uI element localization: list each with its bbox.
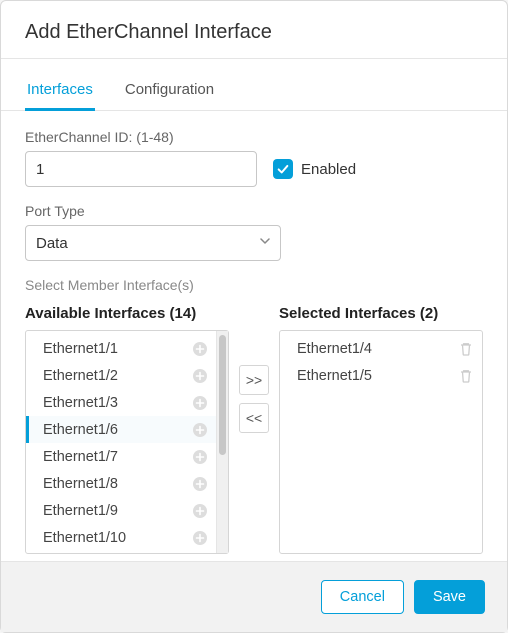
interface-label: Ethernet1/9 [43, 503, 118, 519]
add-icon[interactable] [192, 395, 208, 411]
member-interfaces-section: Select Member Interface(s) Available Int… [25, 277, 483, 554]
add-icon[interactable] [192, 368, 208, 384]
interface-label: Ethernet1/1 [43, 341, 118, 357]
list-item[interactable]: Ethernet1/9 [26, 497, 216, 524]
check-icon [276, 162, 290, 176]
port-type-row: Data [25, 225, 483, 261]
available-header: Available Interfaces (14) [25, 305, 229, 322]
list-item[interactable]: Ethernet1/8 [26, 470, 216, 497]
enabled-label: Enabled [301, 161, 356, 178]
dialog-footer: Cancel Save [1, 561, 507, 632]
list-item[interactable]: Ethernet1/1 [26, 335, 216, 362]
list-item[interactable]: Ethernet1/6 [26, 416, 216, 443]
cancel-button[interactable]: Cancel [321, 580, 404, 614]
list-item[interactable]: Ethernet1/3 [26, 389, 216, 416]
trash-icon[interactable] [458, 368, 474, 384]
tab-bar: Interfaces Configuration [1, 69, 507, 111]
port-type-select[interactable]: Data [25, 225, 281, 261]
dialog-header: Add EtherChannel Interface [1, 1, 507, 59]
trash-icon[interactable] [458, 341, 474, 357]
available-list[interactable]: Ethernet1/1 Ethernet1/2 Ethernet1/3 Etherne… [26, 331, 216, 553]
etherchannel-id-input[interactable] [25, 151, 257, 187]
etherchannel-id-row: Enabled [25, 151, 483, 187]
interface-label: Ethernet1/5 [297, 368, 372, 384]
scrollbar-thumb[interactable] [219, 335, 226, 455]
move-left-button[interactable]: << [239, 403, 269, 433]
add-icon[interactable] [192, 530, 208, 546]
list-item[interactable]: Ethernet1/7 [26, 443, 216, 470]
port-type-value: Data [36, 235, 68, 252]
port-type-select-wrap: Data [25, 225, 281, 261]
add-icon[interactable] [192, 341, 208, 357]
enabled-checkbox-wrap: Enabled [273, 159, 356, 179]
move-right-button[interactable]: >> [239, 365, 269, 395]
interface-label: Ethernet1/6 [43, 422, 118, 438]
add-etherchannel-dialog: Add EtherChannel Interface Interfaces Co… [0, 0, 508, 633]
interface-label: Ethernet1/2 [43, 368, 118, 384]
list-item[interactable]: Ethernet1/10 [26, 524, 216, 551]
port-type-label: Port Type [25, 203, 483, 219]
selected-column: Selected Interfaces (2) Ethernet1/4Ether… [279, 305, 483, 554]
available-column: Available Interfaces (14) Ethernet1/1Eth… [25, 305, 229, 554]
add-icon[interactable] [192, 503, 208, 519]
dialog-content: EtherChannel ID: (1-48) Enabled Port Typ… [1, 111, 507, 561]
interface-label: Ethernet1/7 [43, 449, 118, 465]
add-icon[interactable] [192, 476, 208, 492]
list-item[interactable]: Ethernet1/4 [280, 335, 482, 362]
available-list-box: Ethernet1/1 Ethernet1/2 Ethernet1/3 Etherne… [25, 330, 229, 554]
list-item[interactable]: Ethernet1/2 [26, 362, 216, 389]
enabled-checkbox[interactable] [273, 159, 293, 179]
selected-list-box: Ethernet1/4 Ethernet1/5 [279, 330, 483, 554]
selected-list[interactable]: Ethernet1/4 Ethernet1/5 [280, 331, 482, 553]
add-icon[interactable] [192, 449, 208, 465]
selected-header: Selected Interfaces (2) [279, 305, 483, 322]
dual-list: Available Interfaces (14) Ethernet1/1Eth… [25, 305, 483, 554]
interface-label: Ethernet1/8 [43, 476, 118, 492]
interface-label: Ethernet1/3 [43, 395, 118, 411]
member-interfaces-label: Select Member Interface(s) [25, 277, 483, 293]
dialog-title: Add EtherChannel Interface [25, 21, 483, 44]
save-button[interactable]: Save [414, 580, 485, 614]
move-buttons: >> << [239, 305, 269, 433]
available-scrollbar[interactable] [216, 331, 228, 553]
interface-label: Ethernet1/4 [297, 341, 372, 357]
add-icon[interactable] [192, 422, 208, 438]
tab-interfaces[interactable]: Interfaces [25, 69, 95, 111]
interface-label: Ethernet1/10 [43, 530, 126, 546]
etherchannel-id-label: EtherChannel ID: (1-48) [25, 129, 483, 145]
list-item[interactable]: Ethernet1/5 [280, 362, 482, 389]
tab-configuration[interactable]: Configuration [123, 69, 216, 111]
